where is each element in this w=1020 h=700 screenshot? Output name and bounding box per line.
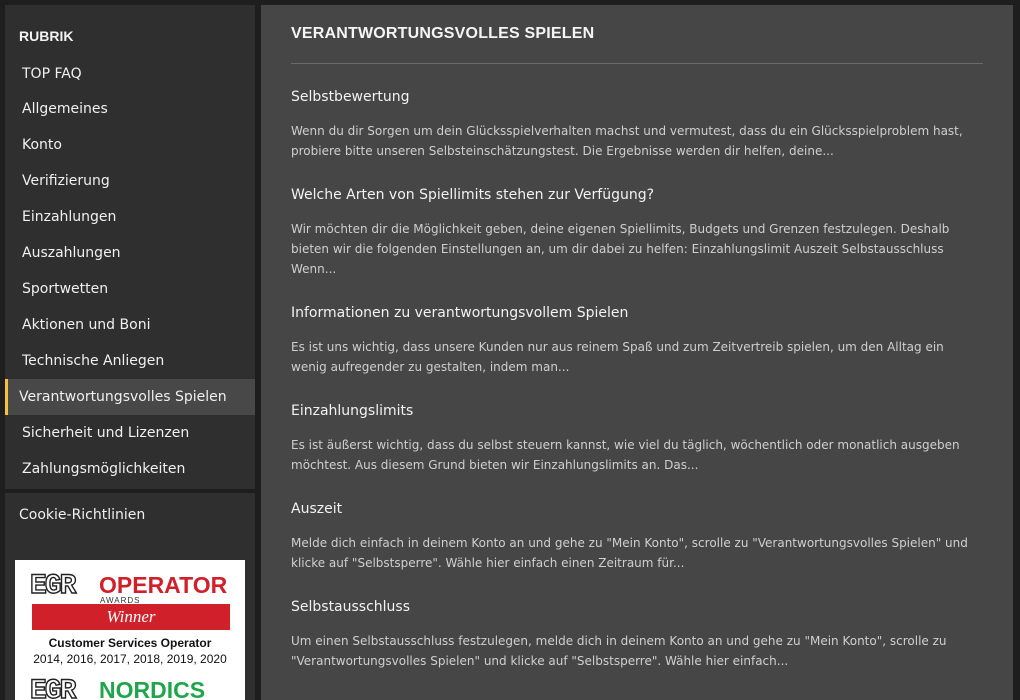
article-excerpt: Es ist äußerst wichtig, dass du selbst s… bbox=[291, 438, 960, 472]
award-category: Customer Services Operator bbox=[48, 636, 212, 650]
award-winner-label: Winner bbox=[32, 604, 230, 630]
sidebar-item-verantwortungsvolles-spielen[interactable]: Verantwortungsvolles Spielen bbox=[5, 379, 255, 415]
article-selbstausschluss[interactable]: Selbstausschluss Um einen Selbstausschlu… bbox=[291, 597, 983, 671]
cookie-policy-link[interactable]: Cookie-Richtlinien bbox=[5, 493, 255, 533]
article-title[interactable]: Selbstausschluss bbox=[291, 597, 983, 617]
egr-logo-text-2: EGR bbox=[29, 676, 77, 700]
sidebar-item-sicherheit-und-lizenzen[interactable]: Sicherheit und Lizenzen bbox=[5, 415, 255, 451]
award-years: 2014, 2016, 2017, 2018, 2019, 2020 bbox=[33, 652, 227, 666]
article-title[interactable]: Informationen zu verantwortungsvollem Sp… bbox=[291, 303, 983, 323]
sidebar-item-verifizierung[interactable]: Verifizierung bbox=[5, 163, 255, 199]
article-title[interactable]: Selbstbewertung bbox=[291, 87, 983, 107]
sidebar-item-zahlungsmoeglichkeiten[interactable]: Zahlungsmöglichkeiten bbox=[5, 451, 255, 487]
egr-logo-text: EGR bbox=[29, 571, 77, 602]
award-brand: OPERATOR bbox=[99, 572, 228, 598]
article-einzahlungslimits[interactable]: Einzahlungslimits Es ist äußerst wichtig… bbox=[291, 401, 983, 475]
category-nav: RUBRIK TOP FAQ Allgemeines Konto Verifiz… bbox=[5, 5, 255, 489]
cookie-block: Cookie-Richtlinien EGR OPERATOR AWARDS W… bbox=[5, 493, 255, 700]
egr-nordics-logo: EGR NORDICS bbox=[29, 676, 235, 700]
sidebar-item-technische-anliegen[interactable]: Technische Anliegen bbox=[5, 343, 255, 379]
sidebar-item-einzahlungen[interactable]: Einzahlungen bbox=[5, 199, 255, 235]
article-selbstbewertung[interactable]: Selbstbewertung Wenn du dir Sorgen um de… bbox=[291, 87, 983, 161]
article-auszeit[interactable]: Auszeit Melde dich einfach in deinem Kon… bbox=[291, 499, 983, 573]
egr-operator-logo: EGR OPERATOR AWARDS bbox=[29, 571, 235, 605]
sidebar-item-konto[interactable]: Konto bbox=[5, 127, 255, 163]
sidebar-item-aktionen-und-boni[interactable]: Aktionen und Boni bbox=[5, 307, 255, 343]
article-excerpt: Melde dich einfach in deinem Konto an un… bbox=[291, 536, 968, 570]
article-title[interactable]: Auszeit bbox=[291, 499, 983, 519]
sidebar-item-auszahlungen[interactable]: Auszahlungen bbox=[5, 235, 255, 271]
article-excerpt: Wir möchten dir die Möglichkeit geben, d… bbox=[291, 222, 950, 276]
article-excerpt: Es ist uns wichtig, dass unsere Kunden n… bbox=[291, 340, 944, 374]
article-title[interactable]: Welche Arten von Spiellimits stehen zur … bbox=[291, 185, 983, 205]
category-heading: RUBRIK bbox=[19, 28, 74, 44]
article-excerpt: Um einen Selbstausschluss festzulegen, m… bbox=[291, 634, 947, 668]
faq-content: VERANTWORTUNGSVOLLES SPIELEN Selbstbewer… bbox=[261, 5, 1013, 700]
article-title[interactable]: Einzahlungslimits bbox=[291, 401, 983, 421]
article-informationen[interactable]: Informationen zu verantwortungsvollem Sp… bbox=[291, 303, 983, 377]
article-excerpt: Wenn du dir Sorgen um dein Glücksspielve… bbox=[291, 124, 963, 158]
sidebar-item-allgemeines[interactable]: Allgemeines bbox=[5, 91, 255, 127]
sidebar-item-top-faq[interactable]: TOP FAQ bbox=[5, 57, 255, 91]
page-title: VERANTWORTUNGSVOLLES SPIELEN bbox=[291, 5, 983, 64]
sidebar-item-sportwetten[interactable]: Sportwetten bbox=[5, 271, 255, 307]
award-brand-nordics: NORDICS bbox=[99, 677, 206, 700]
egr-award-badge: EGR OPERATOR AWARDS Winner Customer Serv… bbox=[15, 560, 245, 700]
article-spiellimits[interactable]: Welche Arten von Spiellimits stehen zur … bbox=[291, 185, 983, 279]
sidebar: RUBRIK TOP FAQ Allgemeines Konto Verifiz… bbox=[5, 5, 255, 700]
